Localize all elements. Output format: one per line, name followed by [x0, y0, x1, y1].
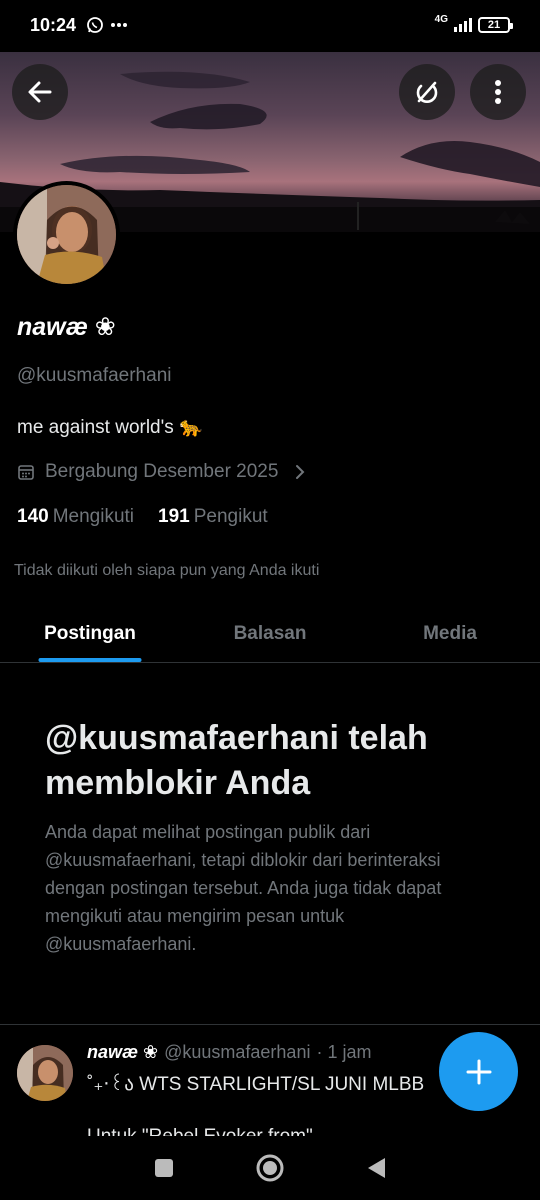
battery-icon: 21 — [478, 17, 513, 33]
more-horizontal-icon — [111, 23, 128, 27]
post-author-handle[interactable]: @kuusmafaerhani — [164, 1042, 310, 1063]
grok-icon — [416, 81, 438, 103]
tab-media[interactable]: Media — [360, 605, 540, 662]
tab-balasan[interactable]: Balasan — [180, 605, 360, 662]
calendar-icon — [18, 465, 34, 480]
arrow-left-icon — [28, 81, 52, 103]
following-count: 140 — [17, 506, 49, 527]
back-button[interactable] — [12, 64, 68, 120]
system-nav-bar — [0, 1136, 540, 1200]
chevron-right-icon — [296, 465, 305, 479]
profile-handle: @kuusmafaerhani — [17, 365, 172, 386]
tab-postingan[interactable]: Postingan — [0, 605, 180, 662]
post-text-continued[interactable]: Untuk "Rebel Evoker from" — [87, 1122, 313, 1136]
profile-name: nawæ ❀ — [17, 313, 116, 341]
followers-link[interactable]: 191 Pengikut — [158, 506, 268, 528]
profile-bio: me against world's 🐆 — [17, 417, 203, 438]
recent-apps-icon[interactable] — [153, 1157, 175, 1179]
profile-avatar[interactable] — [13, 181, 120, 288]
post-author-name[interactable]: nawæ ❀ — [87, 1042, 158, 1063]
divider — [0, 1024, 540, 1025]
post-time: · 1 jam — [316, 1042, 372, 1062]
post-avatar[interactable] — [17, 1045, 73, 1101]
battery-level: 21 — [487, 19, 501, 31]
post-avatar-photo — [17, 1045, 73, 1101]
back-nav-icon[interactable] — [365, 1156, 387, 1180]
profile-tabs: Postingan Balasan Media — [0, 605, 540, 663]
more-options-button[interactable] — [470, 64, 526, 120]
not-followed-notice: Tidak diikuti oleh siapa pun yang Anda i… — [14, 562, 320, 579]
following-label: Mengikuti — [52, 506, 135, 527]
joined-label: Bergabung Desember 2025 — [45, 461, 279, 482]
plus-icon — [466, 1059, 491, 1084]
avatar-photo — [17, 185, 116, 284]
joined-date[interactable]: Bergabung Desember 2025 — [17, 461, 306, 483]
signal-icon — [454, 18, 472, 32]
compose-button[interactable] — [439, 1032, 518, 1111]
post-text[interactable]: ˚₊‧꒰ა WTS STARLIGHT/SL JUNI MLBB — [87, 1070, 424, 1096]
followers-count: 191 — [158, 506, 190, 527]
following-link[interactable]: 140 Mengikuti — [17, 506, 134, 528]
blocked-title: @kuusmafaerhani telah memblokir Anda — [45, 719, 428, 802]
grok-button[interactable] — [399, 64, 455, 120]
whatsapp-icon — [87, 17, 103, 33]
post-header: nawæ ❀ @kuusmafaerhani · 1 jam — [87, 1042, 371, 1063]
status-bar: 10:24 4G 21 — [0, 0, 540, 50]
follow-stats: 140 Mengikuti 191 Pengikut — [17, 506, 268, 528]
home-icon[interactable] — [255, 1153, 285, 1183]
status-time: 10:24 — [30, 14, 77, 35]
more-vertical-icon — [495, 80, 501, 104]
followers-label: Pengikut — [193, 506, 268, 527]
network-type: 4G — [434, 14, 448, 25]
blocked-description: Anda dapat melihat postingan publik dari… — [45, 822, 442, 954]
